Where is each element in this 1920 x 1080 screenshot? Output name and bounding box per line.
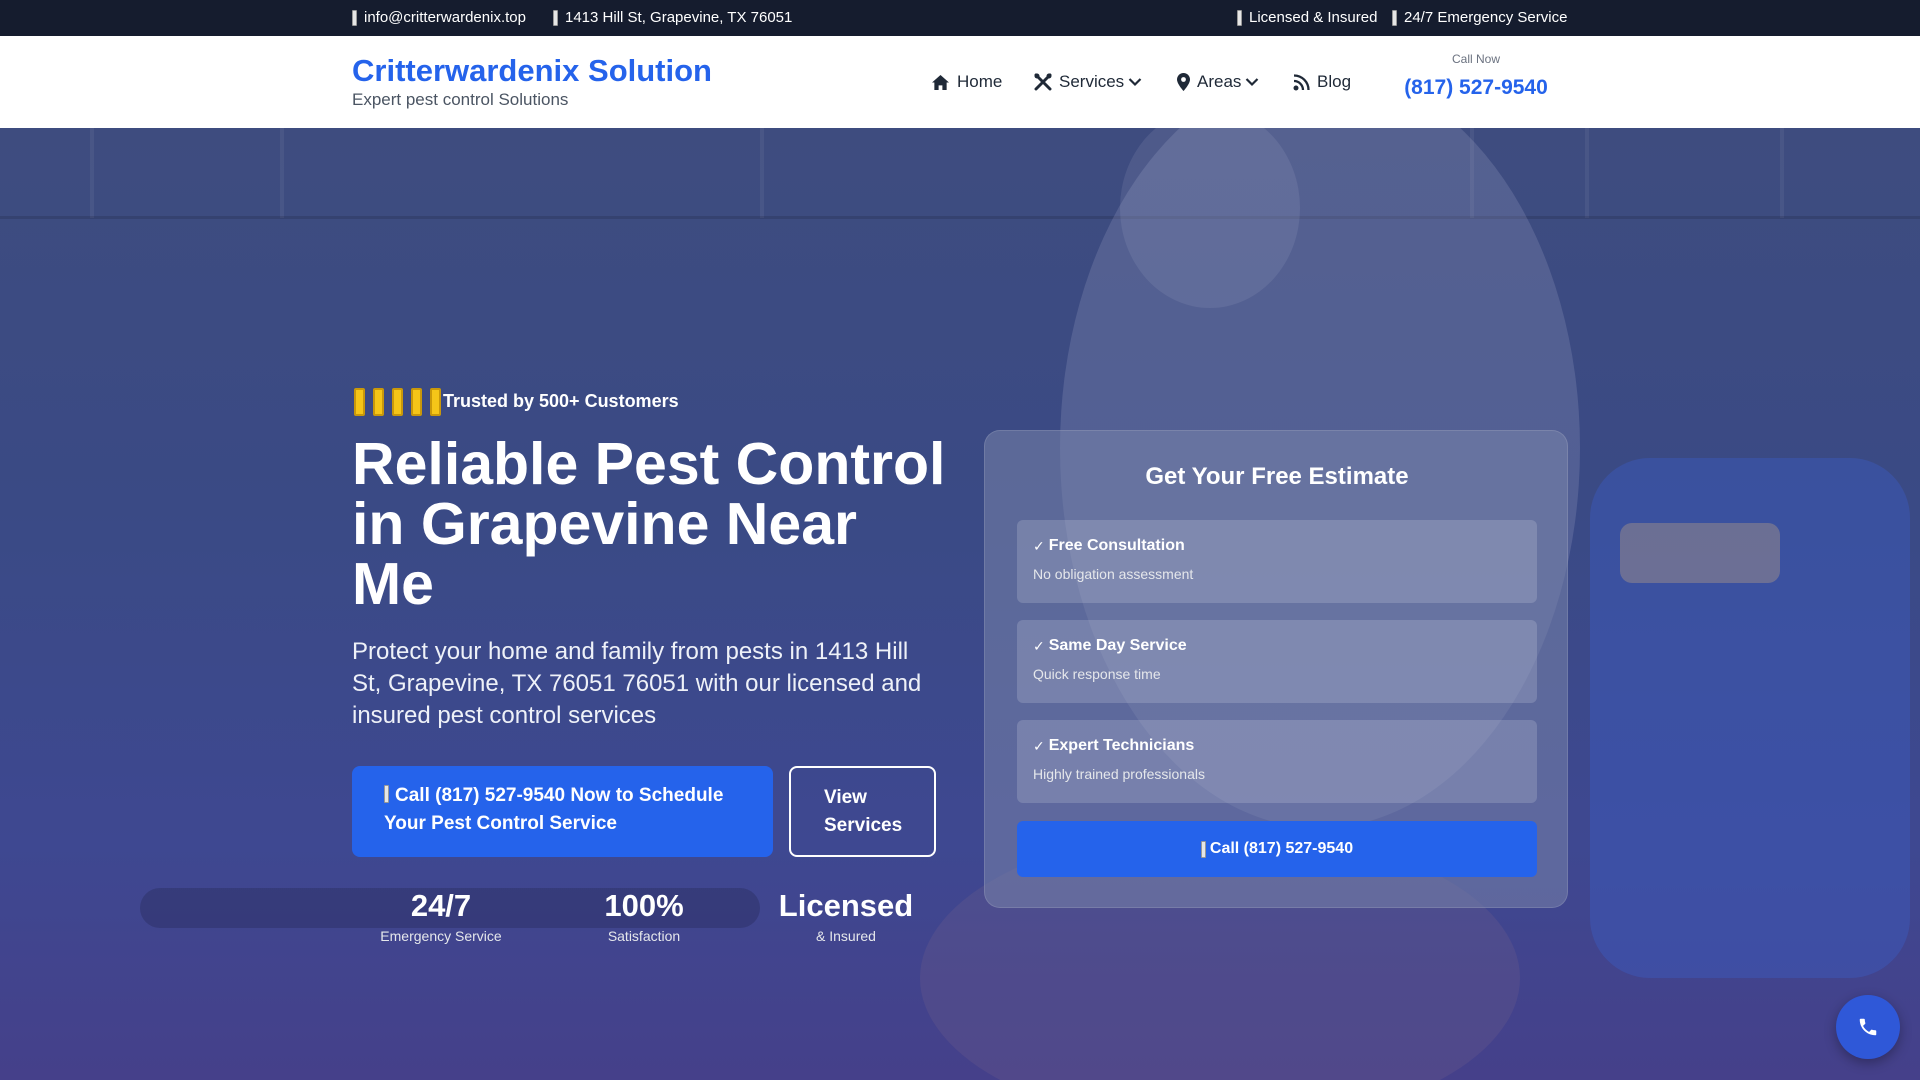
topbar-address-text: 1413 Hill St, Grapevine, TX 76051 xyxy=(565,9,793,26)
chevron-down-icon xyxy=(1246,78,1259,87)
topbar-address: 1413 Hill St, Grapevine, TX 76051 xyxy=(553,9,792,26)
nav-services-label: Services xyxy=(1059,72,1125,91)
stat-emergency: 24/7 Emergency Service xyxy=(357,888,525,944)
top-info-bar: info@critterwardenix.top 1413 Hill St, G… xyxy=(0,0,1920,36)
phone-icon xyxy=(1200,840,1206,858)
estimate-call-button-label: Call (817) 527-9540 xyxy=(1209,840,1354,857)
check-icon: ✓ xyxy=(1033,537,1045,554)
stat-value: 24/7 xyxy=(410,888,472,923)
estimate-card-title: Get Your Free Estimate xyxy=(1145,463,1409,490)
feature-description: No obligation assessment xyxy=(1033,566,1194,582)
nav-areas[interactable]: Areas xyxy=(1177,72,1259,92)
feature-free-consultation: ✓ Free Consultation No obligation assessm… xyxy=(1017,520,1537,603)
stat-label: Emergency Service xyxy=(380,928,502,944)
header-phone-link[interactable]: (817) 527-9540 xyxy=(1390,76,1562,100)
location-icon xyxy=(553,9,558,26)
nav-blog[interactable]: Blog xyxy=(1293,72,1351,92)
feature-title: Same Day Service xyxy=(1048,637,1187,654)
feature-expert-technicians: ✓ Expert Technicians Highly trained profe… xyxy=(1017,720,1537,803)
trusted-badge-text: Trusted by 500+ Customers xyxy=(443,391,679,411)
chevron-down-icon xyxy=(1128,78,1142,87)
feature-title: Free Consultation xyxy=(1048,537,1185,554)
stat-label: Satisfaction xyxy=(607,928,681,944)
feature-description: Quick response time xyxy=(1033,666,1161,682)
site-header: Critterwardenix Solution Expert pest con… xyxy=(0,36,1920,128)
phone-icon xyxy=(384,785,389,803)
topbar-emergency-text: 24/7 Emergency Service xyxy=(1404,9,1568,26)
floating-call-button[interactable] xyxy=(1836,995,1900,1059)
free-estimate-card: Get Your Free Estimate ✓ Free Consultatio… xyxy=(984,430,1568,908)
call-schedule-button[interactable]: Call (817) 527-9540 Now to Schedule Your… xyxy=(352,766,773,857)
nav-services[interactable]: Services xyxy=(1034,72,1142,92)
rss-icon xyxy=(1293,73,1310,90)
stat-label: & Insured xyxy=(816,928,876,944)
nav-blog-label: Blog xyxy=(1317,72,1352,91)
hero-section: Trusted by 500+ Customers Reliable Pest … xyxy=(0,128,1920,1080)
view-services-button[interactable]: View Services xyxy=(789,766,936,857)
star-icon xyxy=(354,388,365,416)
brand-title[interactable]: Critterwardenix Solution xyxy=(352,53,712,89)
shield-icon xyxy=(1237,9,1242,26)
stat-licensed: Licensed & Insured xyxy=(762,888,930,944)
hero-background-photo xyxy=(0,128,1920,1080)
brand-subtitle: Expert pest control Solutions xyxy=(352,90,569,109)
check-icon: ✓ xyxy=(1033,637,1045,654)
stat-value: 100% xyxy=(604,888,684,923)
topbar-licensed-text: Licensed & Insured xyxy=(1249,9,1378,26)
stat-value: Licensed xyxy=(778,888,914,923)
estimate-call-button[interactable]: Call (817) 527-9540 xyxy=(1017,821,1537,877)
topbar-email-text: info@critterwardenix.top xyxy=(364,9,526,26)
call-schedule-button-label: Call (817) 527-9540 Now to Schedule Your… xyxy=(384,785,724,834)
rating-stars xyxy=(354,388,449,416)
nav-home[interactable]: Home xyxy=(931,72,1002,92)
hero-title: Reliable Pest Control in Grapevine Near … xyxy=(352,431,946,617)
star-icon xyxy=(392,388,403,416)
phone-icon xyxy=(1859,1018,1877,1036)
email-icon xyxy=(352,9,357,26)
call-now-label: Call Now xyxy=(1451,52,1500,66)
topbar-emergency: 24/7 Emergency Service xyxy=(1392,9,1567,26)
stat-satisfaction: 100% Satisfaction xyxy=(560,888,728,944)
hero-subtitle: Protect your home and family from pests … xyxy=(352,638,922,729)
nav-areas-label: Areas xyxy=(1197,72,1242,91)
home-icon xyxy=(932,74,949,90)
feature-same-day-service: ✓ Same Day Service Quick response time xyxy=(1017,620,1537,703)
nav-home-label: Home xyxy=(957,72,1003,91)
map-pin-icon xyxy=(1177,73,1190,91)
feature-title: Expert Technicians xyxy=(1048,737,1195,754)
star-icon xyxy=(373,388,384,416)
feature-description: Highly trained professionals xyxy=(1033,766,1205,782)
check-icon: ✓ xyxy=(1033,737,1045,754)
star-icon xyxy=(430,388,441,416)
star-icon xyxy=(411,388,422,416)
tools-icon xyxy=(1034,73,1052,91)
topbar-licensed: Licensed & Insured xyxy=(1237,9,1377,26)
clock-icon xyxy=(1392,9,1397,26)
topbar-email[interactable]: info@critterwardenix.top xyxy=(352,9,526,26)
